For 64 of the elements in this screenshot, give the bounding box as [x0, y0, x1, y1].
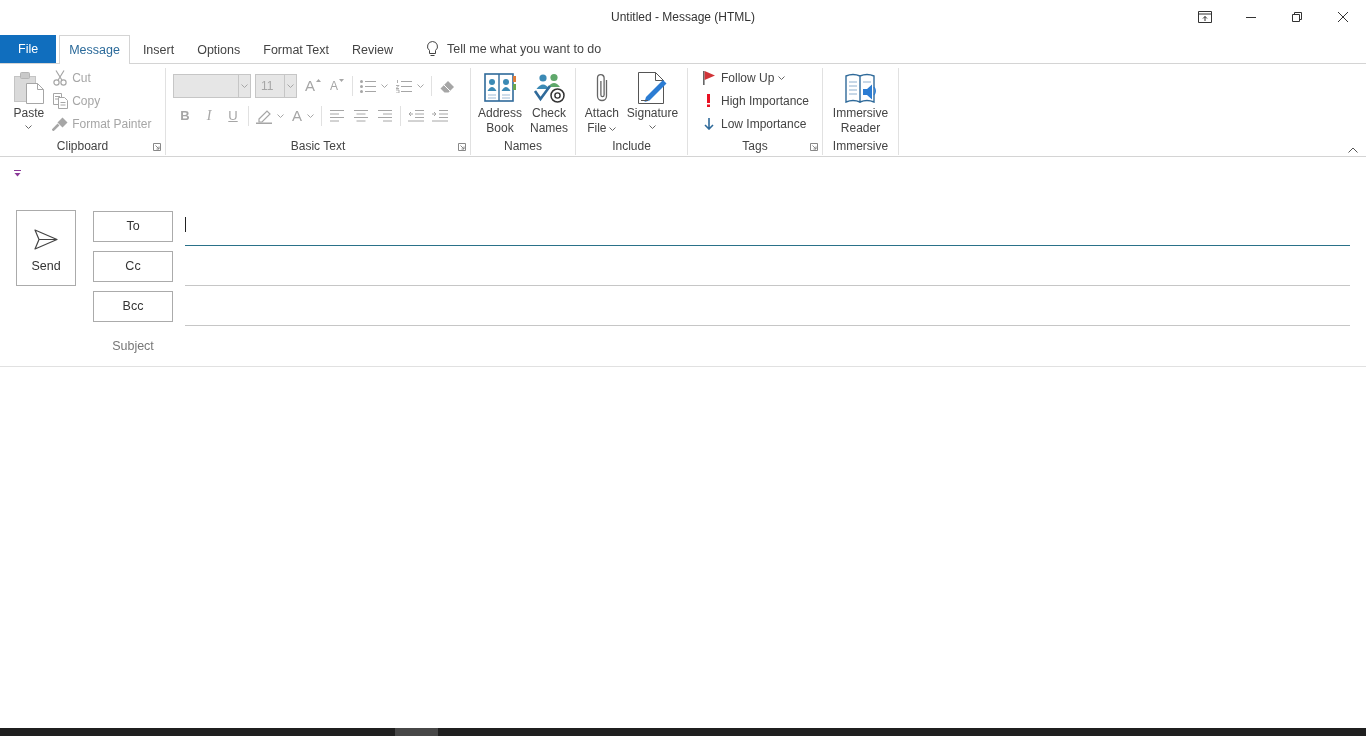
ribbon-tab[interactable]: Options — [187, 35, 251, 63]
signature-button[interactable]: Signature — [622, 68, 683, 129]
ribbon-tab[interactable]: Review — [342, 35, 403, 63]
scissors-icon — [53, 69, 68, 86]
lightbulb-icon — [427, 41, 438, 57]
low-importance-button[interactable]: Low Importance — [696, 112, 813, 135]
copy-icon — [52, 92, 68, 109]
document-pen-icon — [637, 72, 668, 104]
high-importance-button[interactable]: High Importance — [696, 89, 813, 112]
highlighter-icon — [256, 108, 272, 124]
paper-plane-icon — [34, 229, 58, 250]
increase-indent-icon — [432, 110, 448, 122]
tell-me-field[interactable]: Tell me what you want to do — [438, 35, 637, 63]
restore-icon — [1292, 12, 1302, 22]
paintbrush-icon — [52, 116, 69, 131]
group-label: Immersive — [832, 139, 889, 154]
close-icon — [1338, 12, 1348, 22]
address-book-button[interactable]: Address Book — [474, 68, 526, 136]
paperclip-icon — [595, 73, 608, 103]
text-cursor-icon — [185, 217, 186, 232]
exclamation-icon — [707, 94, 711, 107]
paste-button[interactable]: Paste — [9, 68, 49, 129]
triangle-down-icon — [339, 79, 344, 82]
window-title: Untitled - Message (HTML) — [610, 10, 755, 24]
clipboard-icon — [13, 72, 44, 104]
dialog-launcher-icon[interactable] — [458, 142, 466, 151]
recipient-button[interactable]: Bcc — [93, 290, 173, 322]
people-check-icon — [533, 73, 565, 103]
flag-icon — [702, 70, 715, 85]
ribbon-tab[interactable]: Insert — [132, 35, 185, 63]
group-label: Names — [504, 139, 542, 154]
dialog-launcher-icon[interactable] — [153, 142, 161, 151]
align-center-icon — [354, 110, 368, 122]
dialog-launcher-icon[interactable] — [810, 142, 818, 151]
arrow-down-icon — [703, 117, 714, 130]
group-label: Include — [612, 139, 651, 154]
address-book-icon — [484, 73, 516, 103]
chevron-up-icon — [1348, 147, 1358, 153]
triangle-up-icon — [316, 79, 321, 82]
ribbon-tab[interactable]: Format Text — [253, 35, 339, 63]
collapse-ribbon-button[interactable] — [1348, 147, 1358, 153]
group-label: Basic Text — [290, 139, 346, 154]
align-right-icon — [378, 110, 392, 122]
minimize-icon — [1246, 16, 1256, 18]
numbered-list-icon — [396, 79, 412, 93]
recipient-button[interactable]: To — [93, 210, 173, 242]
decrease-indent-icon — [408, 110, 424, 122]
follow-up-button[interactable]: Follow Up — [696, 66, 813, 89]
attach-file-button[interactable]: Attach File — [580, 68, 623, 136]
align-left-icon — [330, 110, 344, 122]
book-speaker-icon — [844, 73, 877, 103]
recipient-button[interactable]: Cc — [93, 250, 173, 282]
subject-label: Subject — [111, 339, 155, 353]
immersive-reader-button[interactable]: Immersive Reader — [828, 68, 893, 136]
file-tab[interactable]: File — [0, 35, 57, 63]
group-label: Tags — [742, 139, 768, 154]
window-arrow-icon — [1198, 11, 1212, 23]
bullet-list-icon — [360, 79, 376, 93]
group-label: Clipboard — [56, 139, 109, 154]
check-names-button[interactable]: Check Names — [526, 68, 573, 136]
ribbon-tab[interactable]: Message — [59, 35, 130, 64]
send-button[interactable]: Send — [16, 210, 76, 286]
dropdown-arrow-icon[interactable] — [14, 170, 21, 177]
eraser-icon — [439, 79, 455, 93]
